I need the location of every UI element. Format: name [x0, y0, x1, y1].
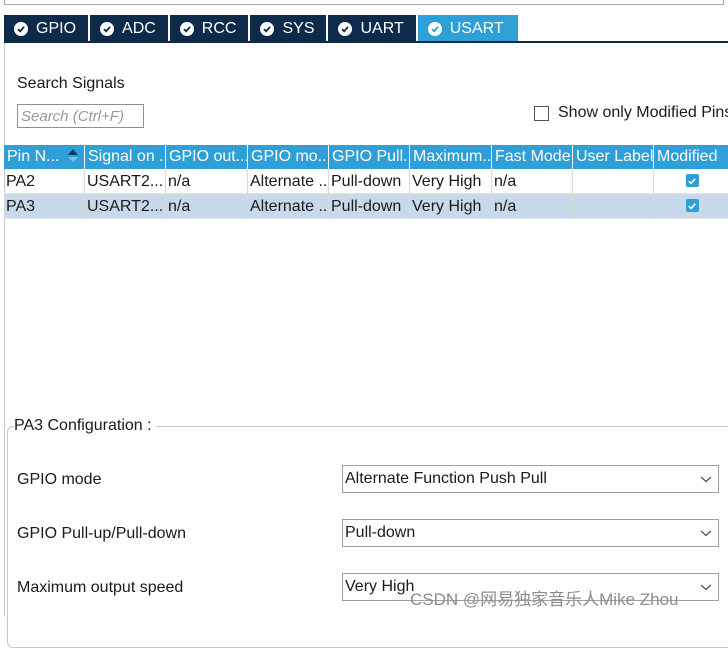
show-only-modified-toggle[interactable]: Show only Modified Pins	[534, 104, 728, 122]
tab-uart[interactable]: UART	[328, 15, 416, 42]
sort-ascending-icon	[68, 149, 78, 155]
chevron-down-icon	[700, 584, 712, 591]
cell-signal: USART2...	[85, 169, 166, 194]
column-header-user-label[interactable]: User Label	[573, 145, 654, 169]
cell-gpio-mode: Alternate ...	[248, 194, 329, 219]
watermark: CSDN @网易独家音乐人Mike Zhou	[410, 590, 679, 609]
show-modified-label: Show only Modified Pins	[558, 104, 728, 121]
column-header-gpio-output[interactable]: GPIO out...	[166, 145, 248, 169]
column-header-pin-name[interactable]: Pin N...	[4, 145, 85, 169]
cell-max-speed: Very High	[410, 194, 492, 219]
panel-left-border	[4, 43, 5, 616]
check-circle-icon	[338, 21, 353, 36]
table-header: Pin N... Signal on ... GPIO out... GPIO …	[4, 145, 728, 169]
checkbox-icon[interactable]	[534, 105, 549, 121]
cell-gpio-pull: Pull-down	[329, 194, 410, 219]
cell-gpio-output: n/a	[166, 169, 248, 194]
sort-descending-icon	[68, 157, 78, 162]
search-input[interactable]	[17, 104, 144, 128]
column-header-signal[interactable]: Signal on ...	[85, 145, 166, 169]
cell-max-speed: Very High	[410, 169, 492, 194]
table-row-selected[interactable]: PA3 USART2... n/a Alternate ... Pull-dow…	[4, 194, 728, 219]
tab-adc[interactable]: ADC	[90, 15, 168, 42]
tab-label: ADC	[122, 19, 156, 37]
gpio-pull-label: GPIO Pull-up/Pull-down	[17, 525, 186, 542]
column-header-max-speed[interactable]: Maximum...	[410, 145, 492, 169]
cell-fast-mode: n/a	[492, 194, 573, 219]
cell-signal: USART2...	[85, 194, 166, 219]
gpio-pull-value: Pull-down	[345, 524, 416, 541]
cell-modified	[654, 194, 728, 219]
checkmark-icon	[685, 199, 699, 212]
check-circle-icon	[14, 21, 28, 36]
check-circle-icon	[179, 21, 194, 36]
cell-gpio-mode: Alternate ...	[248, 169, 329, 194]
pin-configuration-title: PA3 Configuration :	[14, 417, 156, 435]
cell-pin: PA3	[4, 194, 85, 219]
column-header-fast-mode[interactable]: Fast Mode	[492, 145, 573, 169]
tab-underline	[4, 41, 728, 43]
tab-label: UART	[360, 19, 404, 37]
chevron-down-icon	[700, 476, 712, 483]
chevron-down-icon	[700, 530, 712, 537]
cell-pin: PA2	[4, 169, 85, 194]
check-circle-icon	[427, 21, 442, 36]
table-row[interactable]: PA2 USART2... n/a Alternate ... Pull-dow…	[4, 169, 728, 194]
search-signals-label: Search Signals	[17, 75, 125, 92]
gpio-mode-select[interactable]: Alternate Function Push Pull	[342, 465, 719, 493]
cell-fast-mode: n/a	[492, 169, 573, 194]
cell-user-label[interactable]	[573, 169, 654, 194]
cell-modified	[654, 169, 728, 194]
tab-gpio[interactable]: GPIO	[4, 15, 89, 42]
tab-sys[interactable]: SYS	[250, 15, 327, 42]
gpio-mode-label: GPIO mode	[17, 471, 102, 488]
column-header-gpio-mode[interactable]: GPIO mo...	[248, 145, 329, 169]
tab-rcc[interactable]: RCC	[169, 15, 249, 42]
max-output-speed-label: Maximum output speed	[17, 579, 184, 596]
gpio-pull-select[interactable]: Pull-down	[342, 519, 719, 547]
column-header-modified[interactable]: Modified	[654, 145, 728, 169]
max-output-speed-value: Very High	[345, 578, 415, 595]
check-circle-icon	[260, 21, 275, 36]
column-header-gpio-pull[interactable]: GPIO Pull...	[329, 145, 410, 169]
tab-label: USART	[449, 19, 504, 37]
gpio-mode-value: Alternate Function Push Pull	[345, 470, 547, 487]
pin-signal-table: Pin N... Signal on ... GPIO out... GPIO …	[4, 145, 728, 219]
peripheral-tabs: GPIO ADC RCC SYS UART USART	[4, 15, 520, 42]
tab-label: GPIO	[36, 19, 77, 37]
cell-user-label[interactable]	[573, 194, 654, 219]
tab-label: SYS	[282, 19, 315, 37]
tab-usart[interactable]: USART	[417, 15, 518, 42]
top-panel-edge	[4, 0, 724, 5]
cell-gpio-output: n/a	[166, 194, 248, 219]
tab-label: RCC	[201, 19, 237, 37]
cell-gpio-pull: Pull-down	[329, 169, 410, 194]
check-circle-icon	[100, 21, 115, 36]
checkmark-icon	[685, 174, 699, 187]
